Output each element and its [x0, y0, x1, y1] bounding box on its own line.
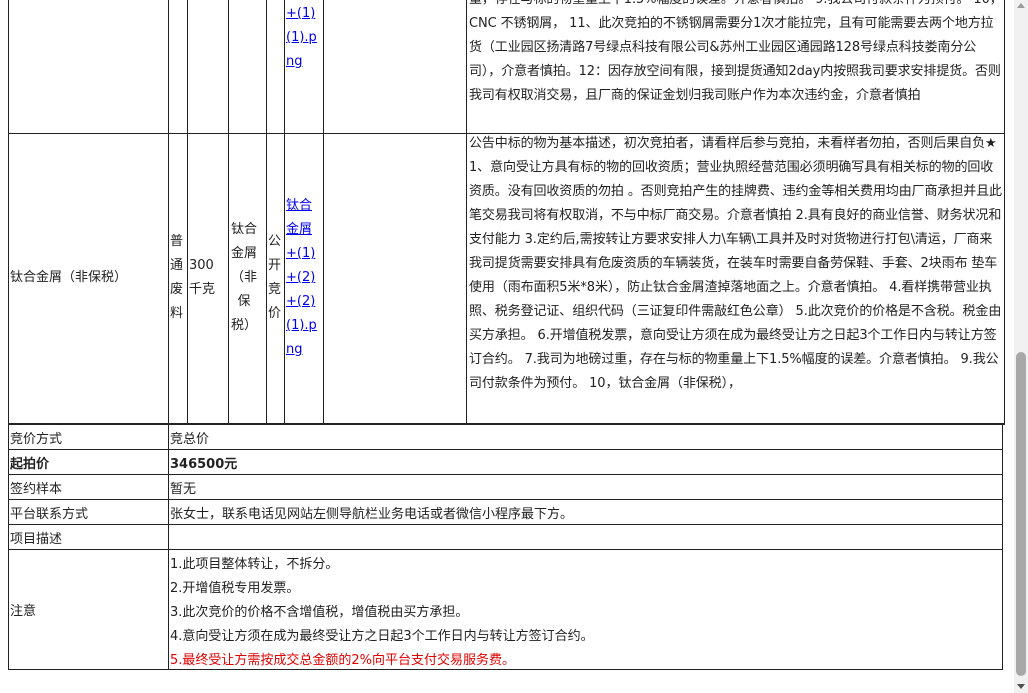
scroll-up-arrow-icon[interactable]: [1017, 3, 1025, 8]
note-item-3: 3.此次竞价的价格不含增值税，增值税由买方承担。: [170, 605, 469, 620]
label-notes: 注意: [10, 604, 37, 619]
notice-text-previous: 量，存在与标的物重量上下1.5%幅度的误差。介意者慎拍。 9.我公司付款条件为预…: [469, 0, 1003, 103]
value-platform-contact: 张女士，联系电话见网站左侧导航栏业务电话或者微信小程序最下方。: [170, 507, 574, 522]
label-contract-sample: 签约样本: [10, 482, 63, 497]
label-platform-contact: 平台联系方式: [10, 507, 89, 522]
item-image-link[interactable]: 钛合金屑+(1)+(2)+(2)(1).png: [286, 194, 319, 362]
label-starting-price: 起拍价: [10, 457, 50, 472]
value-bid-method: 竞总价: [170, 432, 210, 447]
note-item-2: 2.开增值税专用发票。: [170, 581, 300, 596]
label-bid-method: 竞价方式: [10, 432, 63, 447]
note-item-5-highlight: 5.最终受让方需按成交总金额的2%向平台支付交易服务费。: [170, 653, 516, 668]
value-starting-price: 346500元: [170, 457, 238, 472]
note-item-1: 1.此项目整体转让，不拆分。: [170, 557, 339, 572]
scrollbar-thumb[interactable]: [1016, 352, 1026, 676]
item-notice-text: 公告中标的物为基本描述，初次竞拍者，请看样后参与竞拍，未看样者勿拍，否则后果自负…: [469, 136, 1002, 391]
image-link-previous[interactable]: +(1) (1).p ng: [286, 2, 326, 74]
vertical-scrollbar[interactable]: [1014, 0, 1028, 693]
item-category: 普通废料: [170, 234, 184, 321]
label-project-description: 项目描述: [10, 532, 63, 547]
item-quantity: 300千克: [189, 258, 216, 297]
item-material: 钛合金屑（非保税）: [230, 222, 257, 333]
note-item-4: 4.意向受让方须在成为最终受让方之日起3个工作日内与转让方签订合约。: [170, 629, 594, 644]
item-method: 公开竞价: [268, 234, 282, 321]
item-name: 钛合金屑（非保税）: [10, 270, 128, 285]
page-content: +(1) (1).p ng 量，存在与标的物重量上下1.5%幅度的误差。介意者慎…: [0, 0, 1014, 693]
scroll-down-arrow-icon[interactable]: [1017, 684, 1025, 689]
value-contract-sample: 暂无: [170, 482, 197, 497]
